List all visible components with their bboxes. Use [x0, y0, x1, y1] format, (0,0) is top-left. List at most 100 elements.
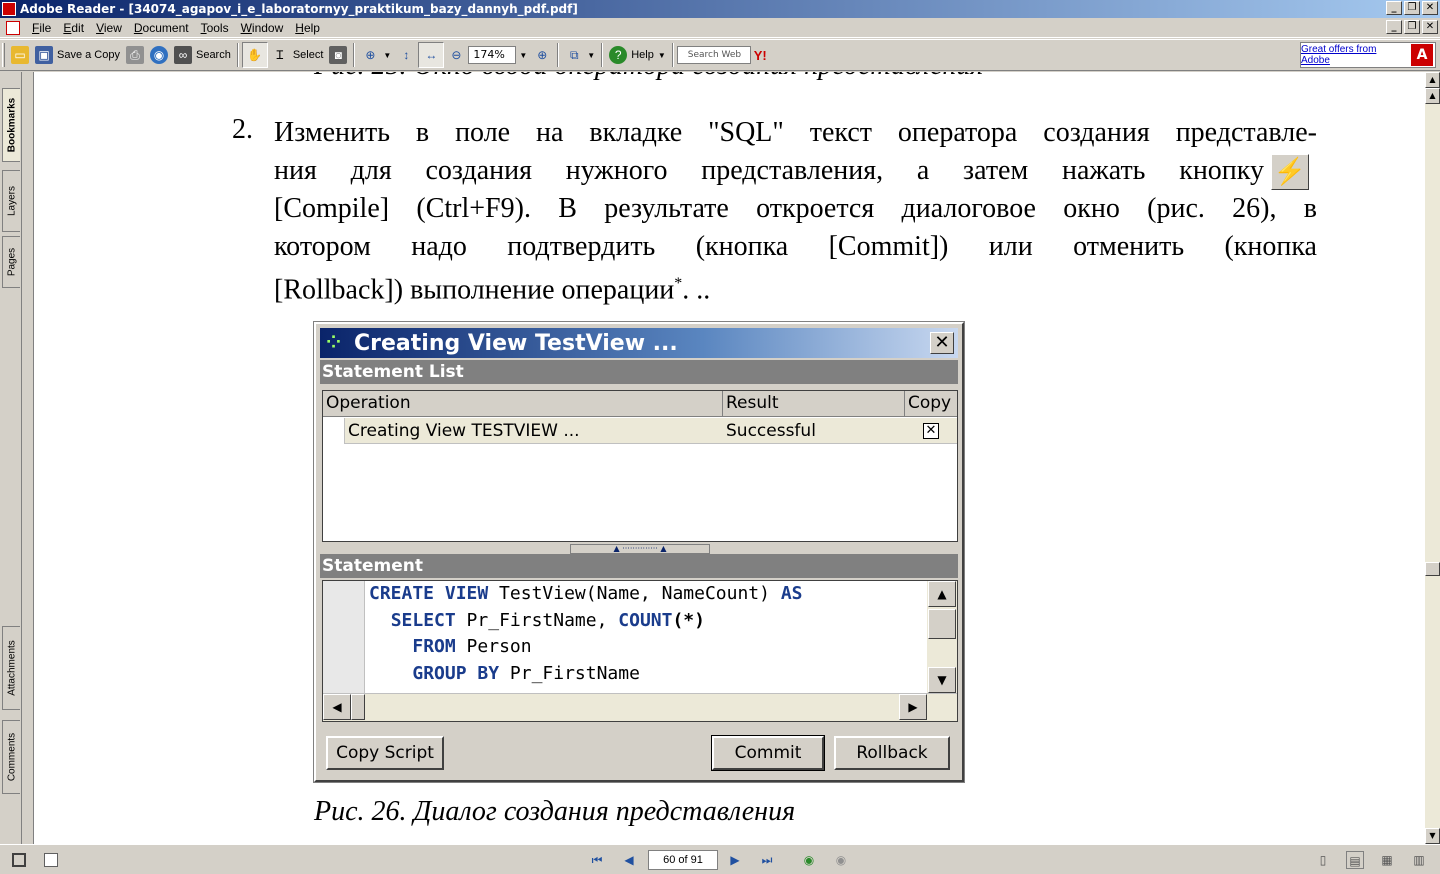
single-page-icon[interactable]: ▯ [1314, 851, 1332, 869]
zoom-input[interactable]: 174% [468, 46, 517, 64]
commit-button[interactable]: Commit [711, 735, 825, 771]
tab-attachments[interactable]: Attachments [2, 626, 20, 710]
print-button[interactable]: ⎙ [123, 42, 147, 68]
document-scroll-thumb[interactable] [1425, 562, 1440, 576]
pane-splitter[interactable] [22, 72, 34, 844]
hand-tool-button[interactable]: ✋ [241, 42, 268, 68]
copy-script-button[interactable]: Copy Script [326, 736, 444, 770]
menu-tools[interactable]: Tools [195, 21, 235, 35]
tab-bookmarks-label: Bookmarks [6, 97, 17, 153]
menu-help[interactable]: Help [289, 21, 326, 35]
paragraph-line: Изменить в поле на вкладке "SQL" текст о… [274, 117, 1317, 148]
first-page-icon[interactable]: ⏮ [588, 851, 606, 869]
last-page-icon[interactable]: ⏭ [758, 851, 776, 869]
scroll-down-arrow-icon[interactable]: ▼ [928, 667, 956, 693]
adobe-logo-icon: A [1411, 44, 1433, 66]
actual-size-button[interactable]: ↕ [394, 42, 418, 68]
paragraph: Изменить в поле на вкладке "SQL" текст о… [274, 114, 1317, 309]
minimize-button[interactable]: _ [1386, 1, 1402, 15]
yahoo-button[interactable]: Y! [751, 42, 770, 68]
adobe-offers-banner[interactable]: Great offers from Adobe A [1300, 42, 1436, 68]
search-web-input[interactable]: Search Web [676, 46, 751, 64]
document-window-controls: _ ❐ ✕ [1386, 20, 1438, 34]
zoom-out-button[interactable]: ⊖ [444, 42, 468, 68]
column-header-operation[interactable]: Operation [323, 391, 723, 417]
camera-icon: ◙ [329, 46, 348, 64]
doc-minimize-button[interactable]: _ [1386, 20, 1402, 34]
dialog-title-bar: ⁘ Creating View TestView ... ✕ [320, 328, 958, 358]
paragraph-line: ния для создания нужного представления, … [274, 152, 1317, 191]
fit-width-icon: ↔ [425, 48, 438, 62]
scroll-down-arrow-icon[interactable]: ▼ [1425, 828, 1440, 844]
floppy-icon: ▣ [35, 46, 53, 64]
save-copy-button[interactable]: ▣ Save a Copy [32, 42, 123, 68]
zoom-in-button[interactable]: ⊕ [530, 42, 554, 68]
editor-vertical-scrollbar[interactable]: ▲ ▼ [927, 581, 957, 693]
magnifier-plus-icon: ⊕ [365, 48, 376, 62]
help-button[interactable]: ? Help ▼ [606, 42, 669, 68]
next-page-icon[interactable]: ▶ [726, 851, 744, 869]
code-text: TestView(Name, NameCount) [488, 583, 781, 604]
fit-width-button[interactable]: ↔ [418, 42, 445, 68]
page-options-icon[interactable] [44, 853, 58, 867]
close-button[interactable]: ✕ [1422, 1, 1438, 15]
tab-attachments-label: Attachments [6, 640, 17, 696]
scroll-up-arrow-icon[interactable]: ▲ [1425, 72, 1440, 88]
editor-scroll-thumb[interactable] [928, 609, 956, 639]
continuous-page-icon[interactable]: ▤ [1346, 851, 1364, 869]
document-vertical-scrollbar[interactable]: ▲ ▲ ▼ [1425, 72, 1440, 844]
creating-view-dialog: ⁘ Creating View TestView ... ✕ Statement… [314, 322, 964, 782]
snapshot-button[interactable]: ◙ [326, 42, 350, 68]
select-tool-button[interactable]: Ɪ Select [268, 42, 327, 68]
code-keyword: SELECT [390, 609, 456, 631]
facing-pages-icon[interactable]: ▦ [1378, 851, 1396, 869]
previous-page-icon[interactable]: ◀ [620, 851, 638, 869]
window-title: Adobe Reader - [34074_agapov_i_e_laborat… [20, 2, 578, 16]
adobe-offers-link[interactable]: Great offers from Adobe [1301, 44, 1407, 66]
editor-horizontal-scrollbar[interactable]: ◀ ▶ [323, 693, 957, 721]
previous-view-icon[interactable]: ◉ [800, 851, 818, 869]
continuous-facing-icon[interactable]: ▥ [1410, 851, 1428, 869]
dialog-close-button[interactable]: ✕ [930, 332, 954, 354]
copy-checkbox[interactable]: ✕ [923, 423, 939, 439]
panel-splitter[interactable]: ▲ ·············· ▲ [570, 544, 710, 554]
column-header-result[interactable]: Result [723, 391, 905, 417]
menu-edit[interactable]: Edit [57, 21, 90, 35]
table-row[interactable]: Creating View TESTVIEW ... Successful ✕ [323, 418, 957, 444]
sql-editor[interactable]: CREATE VIEW TestView(Name, NameCount) AS… [322, 580, 958, 722]
statement-list-header: Statement List [320, 360, 958, 384]
statement-header: Statement [320, 554, 958, 578]
scroll-page-up-icon[interactable]: ▲ [1425, 88, 1440, 104]
code-text: (*) [672, 609, 705, 631]
doc-close-button[interactable]: ✕ [1422, 20, 1438, 34]
editor-hscroll-thumb[interactable] [351, 694, 365, 720]
doc-restore-button[interactable]: ❐ [1404, 20, 1420, 34]
open-button[interactable]: ▭ [8, 42, 32, 68]
tab-comments[interactable]: Comments [2, 720, 20, 794]
page-number-field[interactable]: 60 of 91 [648, 850, 718, 870]
paragraph-tail: . .. [682, 274, 711, 306]
menu-view[interactable]: View [90, 21, 128, 35]
tab-bookmarks[interactable]: Bookmarks [2, 88, 20, 162]
zoom-dropdown[interactable]: ▼ [516, 42, 530, 68]
next-view-icon[interactable]: ◉ [832, 851, 850, 869]
zoom-in-tool-button[interactable]: ⊕ ▼ [358, 42, 394, 68]
nav-pane-toggle-icon[interactable] [12, 853, 26, 867]
menu-document[interactable]: Document [128, 21, 195, 35]
restore-button[interactable]: ❐ [1404, 1, 1420, 15]
column-header-copy[interactable]: Copy [905, 391, 957, 417]
email-button[interactable]: ◉ [147, 42, 171, 68]
scroll-right-arrow-icon[interactable]: ▶ [899, 694, 927, 720]
scroll-left-arrow-icon[interactable]: ◀ [323, 694, 351, 720]
document-icon[interactable] [6, 20, 20, 35]
tab-layers[interactable]: Layers [2, 170, 20, 232]
scroll-up-arrow-icon[interactable]: ▲ [928, 581, 956, 607]
menu-window[interactable]: Window [235, 21, 290, 35]
tab-pages[interactable]: Pages [2, 236, 20, 288]
rollback-button[interactable]: Rollback [834, 736, 950, 770]
search-button[interactable]: ∞ Search [171, 42, 234, 68]
dialog-title: Creating View TestView ... [354, 330, 678, 356]
help-icon: ? [609, 46, 628, 64]
menu-file[interactable]: File [26, 21, 57, 35]
rotate-button[interactable]: ⧉ ▼ [562, 42, 598, 68]
